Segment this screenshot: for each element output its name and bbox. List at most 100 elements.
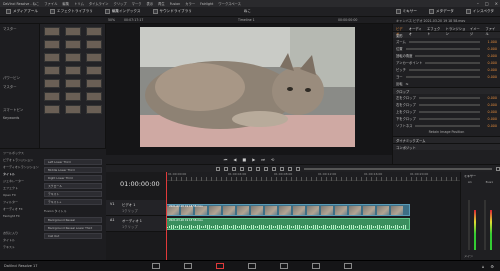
- crop-top-slider[interactable]: [418, 110, 480, 113]
- menu-item[interactable]: トリム: [74, 1, 84, 6]
- crop-left-value[interactable]: 0.000: [483, 96, 497, 100]
- overwrite-icon[interactable]: [248, 166, 252, 171]
- minimize-icon[interactable]: –: [477, 1, 479, 6]
- crop-bottom-value[interactable]: 0.000: [483, 117, 497, 121]
- effects-library-button[interactable]: エフェクトライブラリ: [44, 7, 99, 17]
- timeline-name[interactable]: Timeline 1: [238, 18, 255, 22]
- close-icon[interactable]: ×: [495, 1, 498, 6]
- crop-left-slider[interactable]: [418, 96, 480, 99]
- flag-icon[interactable]: [280, 166, 284, 171]
- favorite-item[interactable]: テキスト: [0, 243, 40, 250]
- a1-fader[interactable]: [468, 200, 470, 250]
- menu-item[interactable]: タイムライン: [89, 1, 109, 6]
- dynamic-zoom-section[interactable]: ダイナミックズーム: [393, 136, 500, 143]
- yaw-slider[interactable]: [405, 75, 480, 78]
- audio-track-header[interactable]: A1 オーディオ 1 1クリップ: [106, 216, 166, 232]
- softness-value[interactable]: 0.000: [483, 124, 497, 128]
- media-clip-thumbnail[interactable]: [86, 79, 102, 88]
- media-clip-thumbnail[interactable]: [65, 92, 81, 101]
- maximize-icon[interactable]: □: [485, 1, 489, 6]
- media-clip-thumbnail[interactable]: [65, 66, 81, 75]
- toolbox-item[interactable]: タイトル: [0, 170, 40, 177]
- media-clip-thumbnail[interactable]: [44, 105, 60, 114]
- power-bins-master[interactable]: マスター: [0, 82, 39, 91]
- media-clip-thumbnail[interactable]: [86, 27, 102, 36]
- media-clip-thumbnail[interactable]: [44, 79, 60, 88]
- zoom-in-icon[interactable]: [496, 166, 500, 171]
- play-icon[interactable]: ▶: [252, 157, 255, 162]
- menu-item[interactable]: Fusion: [170, 2, 181, 6]
- sound-library-button[interactable]: サウンドライブラリ: [147, 7, 198, 17]
- tab-effect[interactable]: エフェクト: [427, 26, 442, 36]
- selection-icon[interactable]: [216, 166, 220, 171]
- menu-item[interactable]: クリップ: [113, 1, 126, 6]
- title-template[interactable]: Right Lower Third: [44, 175, 102, 181]
- tab-file[interactable]: ファイル: [485, 26, 497, 36]
- crop-right-value[interactable]: 0.000: [483, 103, 497, 107]
- stop-icon[interactable]: ■: [242, 157, 246, 162]
- loop-icon[interactable]: ⟲: [271, 157, 274, 162]
- flip-icon[interactable]: ⇋: [406, 82, 409, 86]
- crop-right-slider[interactable]: [418, 103, 480, 106]
- zoom-out-icon[interactable]: [296, 166, 300, 171]
- play-reverse-icon[interactable]: ◀: [233, 157, 236, 162]
- trim-icon[interactable]: [224, 166, 228, 171]
- fusion-page-icon[interactable]: [248, 263, 256, 269]
- title-template[interactable]: スクロール: [44, 183, 102, 189]
- media-clip-thumbnail[interactable]: [65, 79, 81, 88]
- media-clip-thumbnail[interactable]: [44, 27, 60, 36]
- toolbox-item[interactable]: オーディオトランジション: [0, 163, 40, 170]
- toolbox-item[interactable]: ジェネレーター: [0, 177, 40, 184]
- title-template[interactable]: Call Out: [44, 233, 102, 239]
- keywords-bin[interactable]: Keywords: [0, 114, 39, 122]
- media-clip-thumbnail[interactable]: [86, 66, 102, 75]
- blade-icon[interactable]: [232, 166, 236, 171]
- yaw-value[interactable]: 0.000: [483, 75, 497, 79]
- menu-item[interactable]: Fairlight: [200, 2, 213, 6]
- pitch-value[interactable]: 0.000: [483, 68, 497, 72]
- menu-item[interactable]: ファイル: [44, 1, 57, 6]
- pitch-slider[interactable]: [408, 68, 480, 71]
- go-to-end-icon[interactable]: ⏭: [261, 157, 265, 162]
- zoom-level[interactable]: 50%: [108, 18, 115, 22]
- menu-item[interactable]: 再生: [158, 1, 165, 6]
- snapping-icon[interactable]: [264, 166, 268, 171]
- crop-bottom-slider[interactable]: [418, 117, 480, 120]
- toolbox-item[interactable]: ビデオトランジション: [0, 156, 40, 163]
- anchor-slider[interactable]: [425, 61, 480, 64]
- zoom-slider[interactable]: [304, 167, 492, 170]
- insert-icon[interactable]: [240, 166, 244, 171]
- media-clip-thumbnail[interactable]: [44, 40, 60, 49]
- media-clip-thumbnail[interactable]: [44, 92, 60, 101]
- link-icon[interactable]: [272, 166, 276, 171]
- settings-icon[interactable]: ⚙: [490, 264, 494, 269]
- title-template[interactable]: Middle Lower Third: [44, 167, 102, 173]
- color-page-icon[interactable]: [280, 263, 288, 269]
- media-clip-thumbnail[interactable]: [86, 40, 102, 49]
- audio-clip[interactable]: 2021-03-20 19 18 58.mov: [166, 218, 410, 230]
- metadata-button[interactable]: メタデータ: [423, 7, 460, 17]
- marker-icon[interactable]: [288, 166, 292, 171]
- tab-video[interactable]: ビデオ: [396, 26, 405, 36]
- tab-transition[interactable]: トランジション: [446, 26, 466, 36]
- anchor-value[interactable]: 0.000: [483, 61, 497, 65]
- mixer-button[interactable]: ミキサー: [390, 7, 423, 17]
- position-value[interactable]: 0.000: [483, 47, 497, 51]
- media-clip-thumbnail[interactable]: [44, 66, 60, 75]
- media-clip-thumbnail[interactable]: [65, 27, 81, 36]
- fairlight-page-icon[interactable]: [312, 263, 320, 269]
- inspector-button[interactable]: インスペクタ: [460, 7, 500, 17]
- crop-section[interactable]: クロップ: [393, 87, 500, 94]
- tab-image[interactable]: イメージ: [470, 26, 482, 36]
- playhead[interactable]: [166, 172, 167, 260]
- tab-audio[interactable]: オーディオ: [409, 26, 423, 36]
- softness-slider[interactable]: [415, 124, 480, 127]
- bus-fader[interactable]: [484, 200, 486, 250]
- toolbox-item[interactable]: Fairlight FX: [0, 212, 40, 219]
- toolbox-item[interactable]: オーディオ FX: [0, 205, 40, 212]
- media-page-icon[interactable]: [152, 263, 160, 269]
- replace-icon[interactable]: [256, 166, 260, 171]
- media-pool-button[interactable]: メディアプール: [0, 7, 44, 17]
- menu-item[interactable]: ワークスペース: [218, 1, 241, 6]
- media-clip-thumbnail[interactable]: [86, 92, 102, 101]
